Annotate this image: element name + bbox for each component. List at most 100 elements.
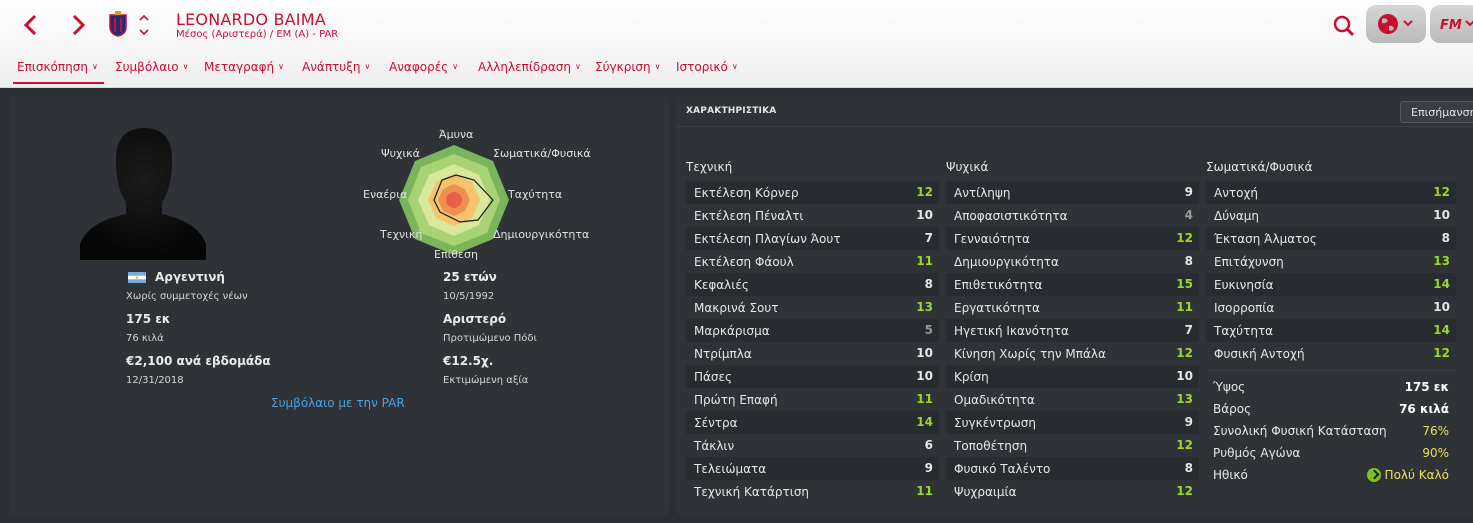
player-cycle-arrows[interactable] [137,11,151,39]
technical-heading: Τεχνική [686,160,733,174]
attribute-row[interactable]: Τεχνική Κατάρτιση 11 [686,480,939,503]
attribute-row[interactable]: Φυσικό Ταλέντο 8 [946,457,1199,480]
tab-development[interactable]: Ανάπτυξη ∨ [302,60,370,84]
attribute-row[interactable]: Ευκινησία 14 [1206,273,1456,296]
radar-label-attack: Επίθεση [434,248,478,261]
preferred-foot-value: Αριστερό [443,312,507,326]
attribute-value: 13 [916,300,933,314]
attribute-name: Ηγετική Ικανότητα [954,324,1069,338]
physique-morale-row[interactable]: Ηθικό Πολύ Καλό [1207,465,1457,487]
attribute-row[interactable]: Δημιουργικότητα 8 [946,250,1199,273]
attribute-name: Ψυχραιμία [954,485,1017,499]
attribute-row[interactable]: Πάσες 10 [686,365,939,388]
attribute-row[interactable]: Εργατικότητα 11 [946,296,1199,319]
physique-morale[interactable]: Πολύ Καλό [1366,468,1449,482]
back-button[interactable] [17,11,45,39]
attribute-row[interactable]: Σέντρα 14 [686,411,939,434]
attribute-name: Κεφαλιές [694,278,749,292]
attribute-row[interactable]: Τελειώματα 9 [686,457,939,480]
tab-contract[interactable]: Συμβόλαιο ∨ [115,60,188,84]
youth-caps: Χωρίς συμμετοχές νέων [126,291,248,302]
attribute-row[interactable]: Εκτέλεση Πλαγίων Άουτ 7 [686,227,939,250]
attribute-name: Αντίληψη [954,186,1011,200]
player-silhouette-icon [80,128,206,260]
attribute-row[interactable]: Ταχύτητα 14 [1206,319,1456,342]
radar-label-defence: Άμυνα [439,128,474,141]
attribute-row[interactable]: Έκταση Άλματος 8 [1206,227,1456,250]
attribute-row[interactable]: Εκτέλεση Φάουλ 11 [686,250,939,273]
tab-overview[interactable]: Επισκόπηση ∨ [13,60,104,84]
attribute-row[interactable]: Ομαδικότητα 13 [946,388,1199,411]
estimated-value: €12.5χ. [443,354,494,368]
attribute-row[interactable]: Πρώτη Επαφή 11 [686,388,939,411]
radar-label-aerial: Εναέρια [363,188,408,201]
physique-condition: 76% [1422,424,1449,438]
attribute-row[interactable]: Επιθετικότητα 15 [946,273,1199,296]
attribute-row[interactable]: Εκτέλεση Κόρνερ 12 [686,181,939,204]
attribute-row[interactable]: Συγκέντρωση 9 [946,411,1199,434]
physique-height-row: Ύψος 175 εκ [1213,380,1449,394]
attribute-row[interactable]: Ψυχραιμία 12 [946,480,1199,503]
radar-label-mental: Ψυχικά [381,147,420,160]
mental-heading: Ψυχικά [946,160,989,174]
attribute-row[interactable]: Αποφασιστικότητα 4 [946,204,1199,227]
attribute-row[interactable]: Μαρκάρισμα 5 [686,319,939,342]
physique-match-fitness: 90% [1422,446,1449,460]
attribute-name: Ευκινησία [1214,278,1274,292]
attribute-value: 13 [1176,392,1193,406]
attribute-row[interactable]: Αντίληψη 9 [946,181,1199,204]
weight-value: 76 κιλά [126,333,164,344]
attribute-value: 9 [1184,415,1193,429]
search-icon[interactable] [1330,12,1358,40]
forward-button[interactable] [64,11,92,39]
attribute-value: 10 [1176,369,1193,383]
attribute-row[interactable]: Δύναμη 10 [1206,204,1456,227]
attribute-row[interactable]: Μακρινά Σουτ 13 [686,296,939,319]
attribute-value: 12 [1433,185,1450,199]
attribute-name: Τεχνική Κατάρτιση [694,485,810,499]
attribute-value: 8 [1441,231,1450,245]
physique-weight-row: Βάρος 76 κιλά [1213,402,1449,416]
tab-history[interactable]: Ιστορικό ∨ [676,60,738,84]
attribute-row[interactable]: Τάκλιν 6 [686,434,939,457]
attribute-name: Εκτέλεση Φάουλ [694,255,794,269]
globe-menu-button[interactable] [1366,5,1426,43]
attributes-title: ΧΑΡΑΚΤΗΡΙΣΤΙΚΑ [686,106,777,116]
estimated-value-label: Εκτιμώμενη αξία [443,375,529,386]
attribute-row[interactable]: Εκτέλεση Πέναλτι 10 [686,204,939,227]
tab-transfer[interactable]: Μεταγραφή ∨ [204,60,284,84]
fm-menu-button[interactable]: FM [1430,5,1473,43]
contract-end-date: 12/31/2018 [126,375,184,386]
tab-reports[interactable]: Αναφορές ∨ [389,60,458,84]
attribute-row[interactable]: Αντοχή 12 [1206,181,1456,204]
club-crest-icon[interactable] [109,11,127,37]
chevron-up-down-icon [139,14,149,36]
attribute-value: 15 [1176,277,1193,291]
attribute-row[interactable]: Κρίση 10 [946,365,1199,388]
attribute-row[interactable]: Γενναιότητα 12 [946,227,1199,250]
attribute-row[interactable]: Φυσική Αντοχή 12 [1206,342,1456,365]
attribute-row[interactable]: Κεφαλιές 8 [686,273,939,296]
attribute-value: 12 [1176,438,1193,452]
highlight-button[interactable]: Επισήμανση [1400,101,1473,123]
physique-match-fitness-row: Ρυθμός Αγώνα 90% [1213,446,1449,460]
attribute-row[interactable]: Ισορροπία 10 [1206,296,1456,319]
attribute-row[interactable]: Τοποθέτηση 12 [946,434,1199,457]
attribute-name: Αντοχή [1214,186,1259,200]
nationality[interactable]: Αργεντινή [155,270,225,284]
attribute-row[interactable]: Ντρίμπλα 10 [686,342,939,365]
contract-link[interactable]: Συμβόλαιο με την PAR [271,396,405,410]
attribute-value: 8 [1184,461,1193,475]
attribute-name: Σέντρα [694,416,738,430]
attribute-row[interactable]: Κίνηση Χωρίς την Μπάλα 12 [946,342,1199,365]
attribute-value: 11 [916,484,933,498]
tab-interaction[interactable]: Αλληλεπίδραση ∨ [478,60,581,84]
attribute-row[interactable]: Επιτάχυνση 13 [1206,250,1456,273]
attribute-value: 13 [1433,254,1450,268]
attribute-row[interactable]: Ηγετική Ικανότητα 7 [946,319,1199,342]
tab-comparison[interactable]: Σύγκριση ∨ [595,60,660,84]
radar-label-technique: Τεχνική [380,228,423,241]
attribute-name: Κίνηση Χωρίς την Μπάλα [954,347,1106,361]
attribute-value: 12 [1176,346,1193,360]
physique-height: 175 εκ [1404,380,1449,394]
